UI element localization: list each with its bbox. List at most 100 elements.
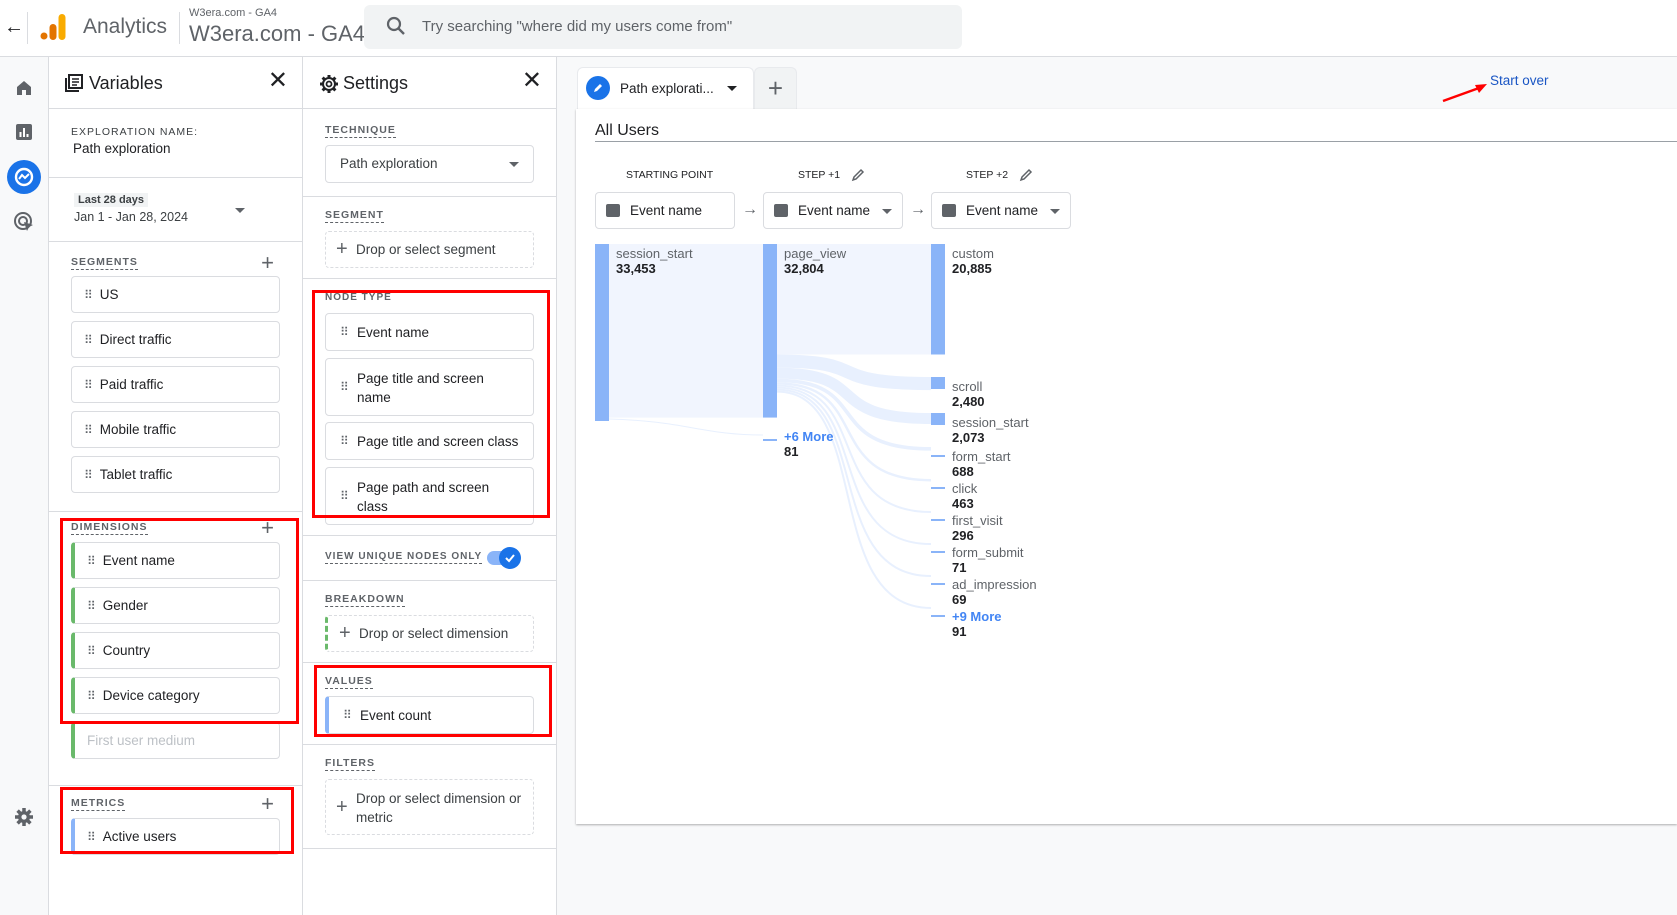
search-icon [386, 16, 405, 35]
date-dropdown-caret-icon[interactable] [235, 208, 245, 213]
metrics-label: METRICS [71, 797, 126, 811]
nav-home[interactable] [9, 73, 39, 103]
sankey-node[interactable] [763, 439, 777, 441]
node-value: 296 [952, 528, 974, 543]
node-label: page_view [784, 246, 847, 261]
sankey-node[interactable] [931, 413, 945, 425]
sankey-node[interactable] [931, 519, 945, 521]
segment-item[interactable]: ⠿ Direct traffic [71, 321, 280, 358]
drag-handle-icon[interactable]: ⠿ [340, 325, 349, 339]
node-label: form_submit [952, 545, 1024, 560]
search-input[interactable]: Try searching "where did my users come f… [364, 5, 962, 49]
chevron-down-icon[interactable] [727, 86, 737, 91]
dimension-item[interactable]: ⠿ Gender [71, 587, 280, 624]
metric-item[interactable]: ⠿ Active users [71, 818, 280, 855]
breakdown-drop-zone[interactable]: + Drop or select dimension [325, 615, 534, 652]
unique-nodes-toggle[interactable] [487, 547, 521, 569]
tab-path-exploration[interactable]: Path explorati... [577, 67, 754, 109]
more-link[interactable]: +9 More [952, 609, 1002, 624]
exploration-name-label: EXPLORATION NAME: [71, 126, 199, 138]
dimension-placeholder[interactable]: First user medium [71, 722, 280, 759]
add-segment-icon[interactable]: + [261, 252, 274, 274]
metrics-section: METRICS + ⠿ Active users [49, 786, 302, 866]
add-metric-icon[interactable]: + [261, 793, 274, 815]
sankey-node[interactable] [931, 377, 945, 389]
app-name: Analytics [83, 15, 168, 38]
node-type-item[interactable]: ⠿ Page title and screen class [325, 422, 534, 460]
sankey-node[interactable] [931, 487, 945, 489]
segment-item[interactable]: ⠿ Mobile traffic [71, 411, 280, 448]
segment-drop-zone[interactable]: + Drop or select segment [325, 231, 534, 268]
drag-handle-icon[interactable]: ⠿ [87, 555, 96, 567]
date-range: Jan 1 - Jan 28, 2024 [74, 210, 188, 224]
drag-handle-icon[interactable]: ⠿ [87, 600, 96, 612]
drag-handle-icon[interactable]: ⠿ [84, 424, 93, 436]
annotation-arrow-icon [1442, 84, 1487, 103]
value-item[interactable]: ⠿ Event count [325, 696, 534, 734]
drag-handle-icon[interactable]: ⠿ [340, 380, 349, 394]
sankey-chart [595, 244, 945, 617]
drag-handle-icon[interactable]: ⠿ [87, 690, 96, 702]
nav-explore[interactable] [7, 160, 41, 194]
add-dimension-icon[interactable]: + [261, 517, 274, 539]
variables-icon [65, 74, 83, 92]
node-type-item[interactable]: ⠿ Event name [325, 313, 534, 351]
more-link[interactable]: +6 More [784, 429, 834, 444]
close-icon[interactable]: ✕ [268, 69, 288, 93]
dimension-item[interactable]: ⠿ Country [71, 632, 280, 669]
filters-section: FILTERS + Drop or select dimension or me… [303, 745, 556, 849]
sankey-node[interactable] [931, 615, 945, 617]
property-name[interactable]: W3era.com - GA4 [189, 21, 365, 47]
sankey-node[interactable] [595, 244, 609, 421]
drag-handle-icon[interactable]: ⠿ [84, 289, 93, 301]
drag-handle-icon[interactable]: ⠿ [87, 831, 96, 843]
back-arrow-icon[interactable]: ← [4, 16, 24, 39]
chevron-down-icon [509, 162, 519, 167]
pencil-icon [586, 76, 610, 100]
technique-dropdown[interactable]: Path exploration [325, 145, 534, 183]
node-type-item[interactable]: ⠿ Page title and screen name [325, 358, 534, 416]
drag-handle-icon[interactable]: ⠿ [340, 434, 349, 448]
sankey-node[interactable] [763, 244, 777, 418]
node-value: 20,885 [952, 261, 992, 276]
start-over-link[interactable]: Start over [1490, 73, 1549, 88]
variables-panel: Variables ✕ EXPLORATION NAME: Path explo… [49, 57, 303, 915]
path-exploration-canvas: All Users STARTING POINT STEP +1 STEP +2… [576, 109, 1677, 824]
drag-handle-icon[interactable]: ⠿ [84, 379, 93, 391]
node-value: 32,804 [784, 261, 824, 276]
drag-handle-icon[interactable]: ⠿ [340, 489, 349, 503]
dimension-item[interactable]: ⠿ Device category [71, 677, 280, 714]
sankey-node[interactable] [931, 551, 945, 553]
node-value: 688 [952, 464, 974, 479]
drag-handle-icon[interactable]: ⠿ [87, 645, 96, 657]
segment-item[interactable]: ⠿ US [71, 276, 280, 313]
add-tab-button[interactable]: + [754, 67, 797, 109]
account-name[interactable]: W3era.com - GA4 [189, 7, 277, 19]
dimensions-label: DIMENSIONS [71, 521, 148, 535]
node-type-section: NODE TYPE ⠿ Event name ⠿ Page title and sc… [303, 279, 556, 535]
segment-item[interactable]: ⠿ Paid traffic [71, 366, 280, 403]
node-value: 71 [952, 560, 967, 575]
plus-icon: + [336, 238, 348, 260]
nav-reports[interactable] [9, 117, 39, 147]
drag-handle-icon[interactable]: ⠿ [84, 469, 93, 481]
sankey-node[interactable] [931, 583, 945, 585]
panel-title: Settings [343, 73, 409, 93]
node-label: click [952, 481, 978, 496]
reports-icon [16, 124, 32, 140]
drag-handle-icon[interactable]: ⠿ [343, 708, 352, 722]
node-type-item[interactable]: ⠿ Page path and screen class [325, 467, 534, 525]
dimension-item[interactable]: ⠿ Event name [71, 542, 280, 579]
sankey-node[interactable] [931, 455, 945, 457]
nav-admin[interactable] [9, 802, 39, 832]
sankey-node[interactable] [931, 244, 945, 355]
date-range-section[interactable]: Last 28 days Jan 1 - Jan 28, 2024 [49, 178, 302, 242]
node-label: scroll [952, 379, 983, 394]
segment-item[interactable]: ⠿ Tablet traffic [71, 456, 280, 493]
plus-icon: + [336, 796, 348, 818]
nav-advertising[interactable] [9, 207, 39, 237]
drag-handle-icon[interactable]: ⠿ [84, 334, 93, 346]
exploration-name-input[interactable]: Path exploration [73, 141, 171, 156]
close-icon[interactable]: ✕ [522, 69, 542, 93]
filters-drop-zone[interactable]: + Drop or select dimension or metric [325, 779, 534, 835]
